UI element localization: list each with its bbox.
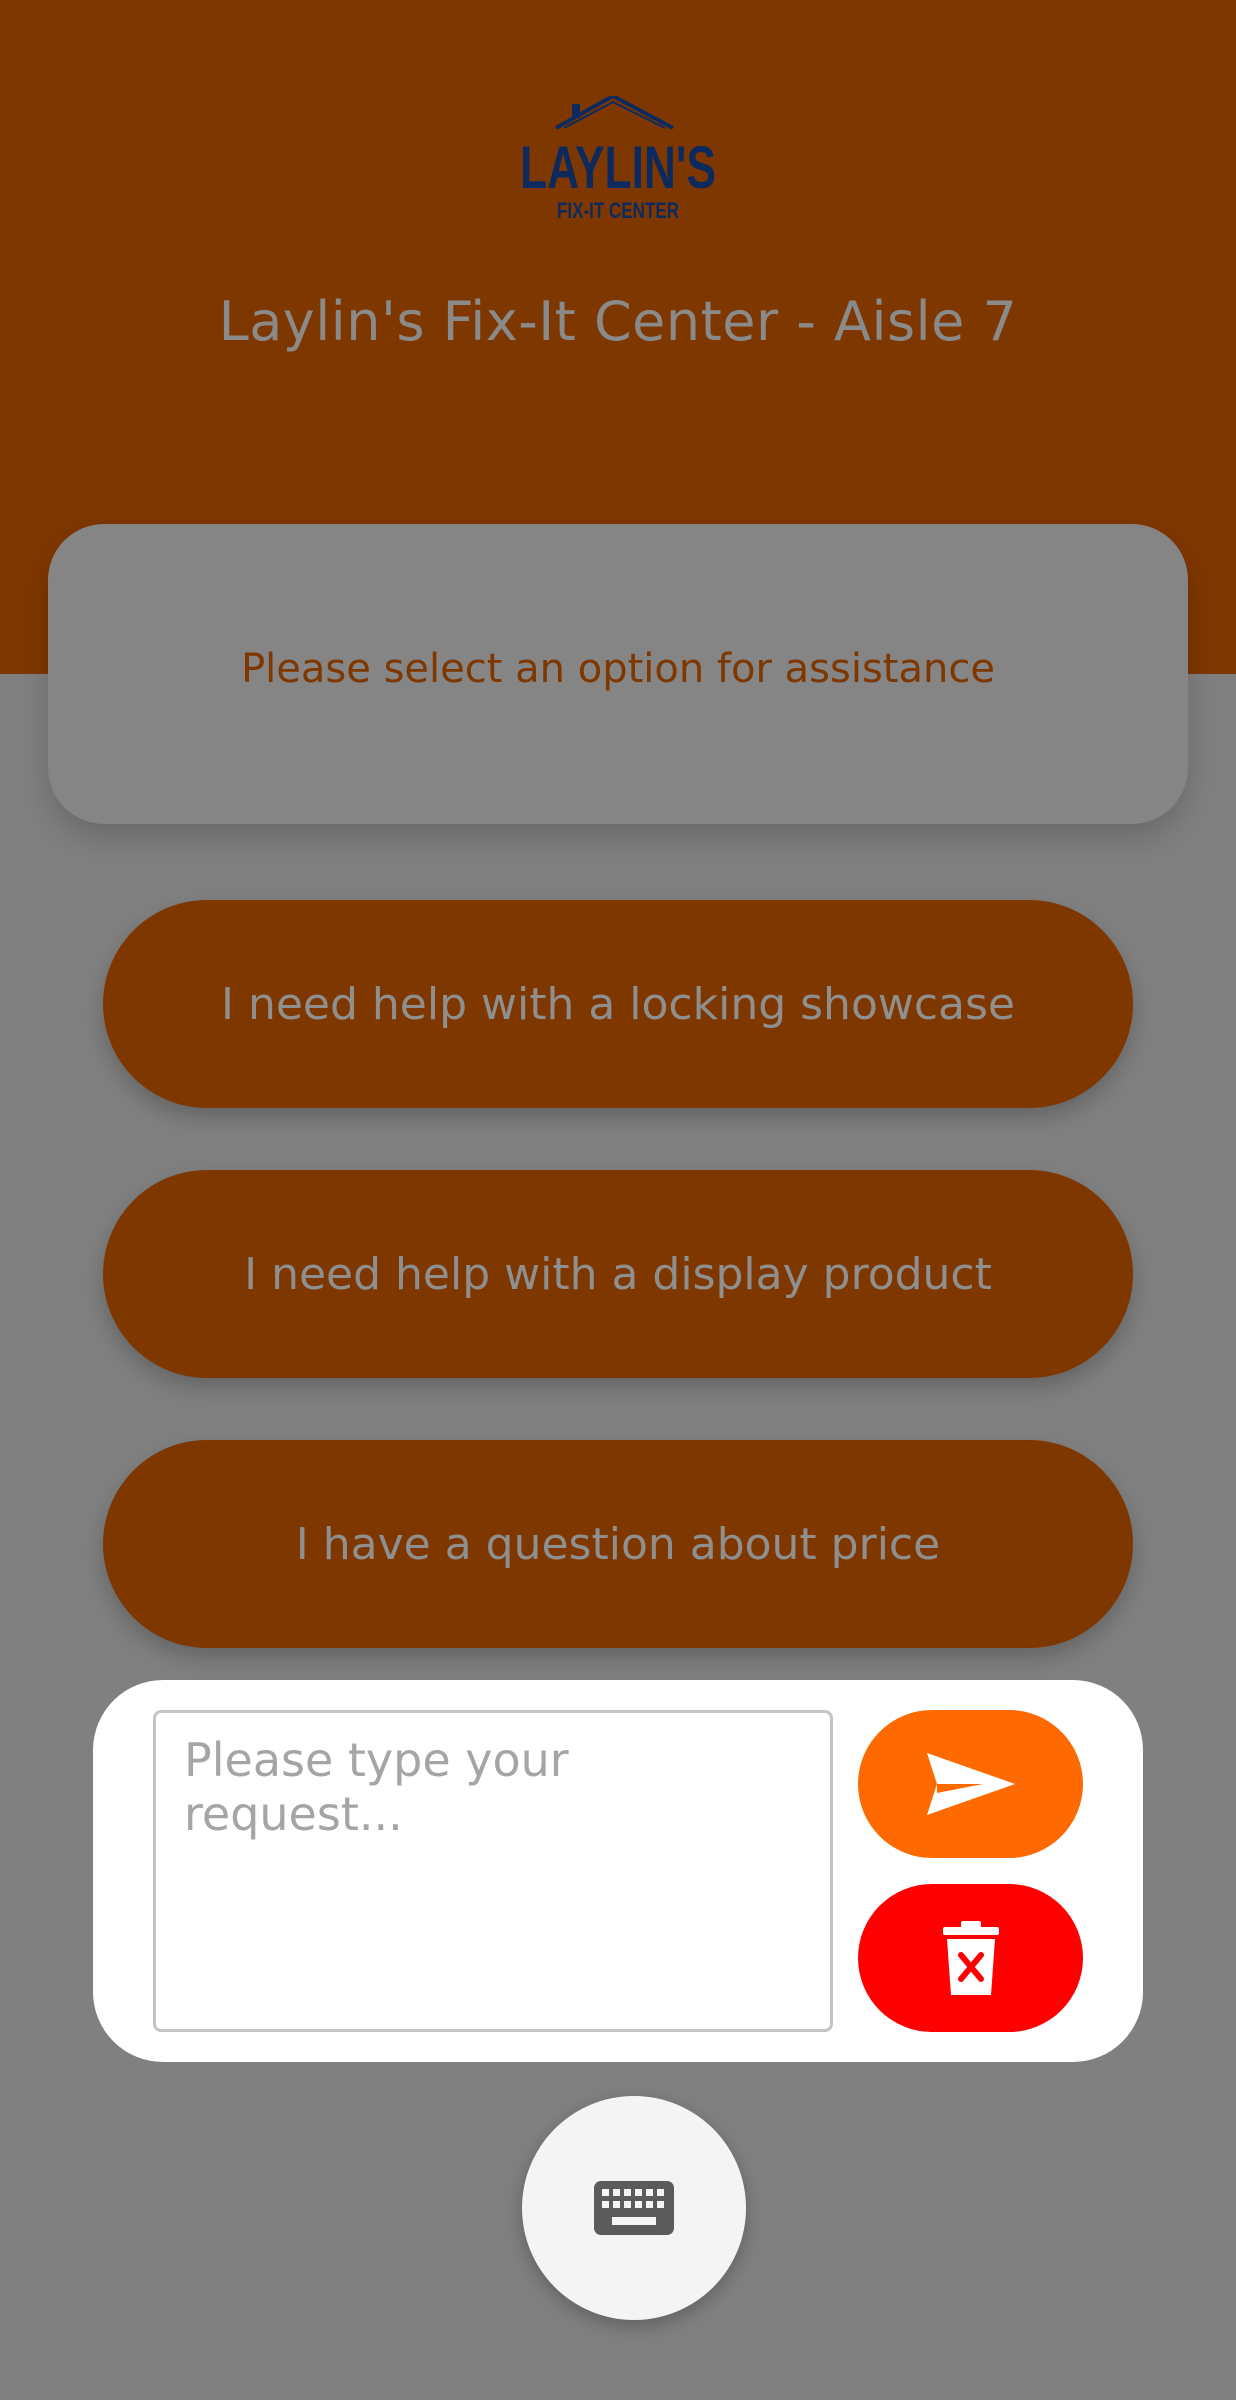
trash-icon [942,1921,999,1995]
logo-title: LAYLIN'S [520,134,716,201]
clear-button[interactable] [858,1884,1083,2032]
request-input[interactable] [153,1710,833,2032]
prompt-card: Please select an option for assistance [48,524,1188,824]
option-price-question-button[interactable]: I have a question about price [103,1440,1133,1648]
store-title: Laylin's Fix-It Center - Aisle 7 [218,290,1018,353]
logo-graphic: LAYLIN'S FIX-IT CENTER [520,96,716,223]
send-icon [926,1753,1015,1815]
logo-subtitle: FIX-IT CENTER [557,198,679,223]
keyboard-icon [594,2181,674,2235]
store-logo: LAYLIN'S FIX-IT CENTER [518,96,718,226]
send-button[interactable] [858,1710,1083,1858]
prompt-text: Please select an option for assistance [241,646,995,692]
request-panel [93,1680,1143,2062]
option-locking-showcase-button[interactable]: I need help with a locking showcase [103,900,1133,1108]
keyboard-toggle-button[interactable] [522,2096,746,2320]
option-display-product-button[interactable]: I need help with a display product [103,1170,1133,1378]
